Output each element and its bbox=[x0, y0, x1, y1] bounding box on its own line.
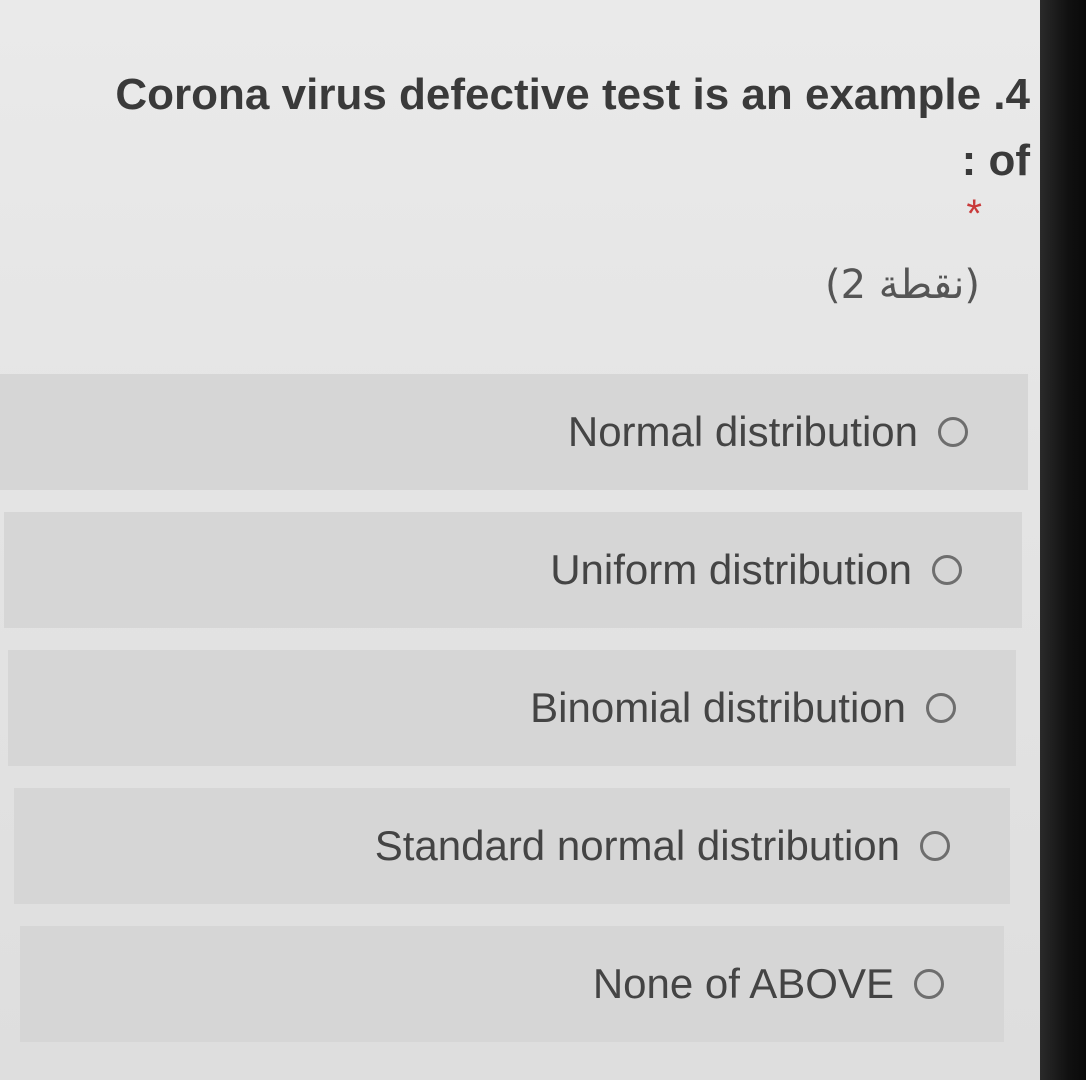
required-indicator: * bbox=[966, 192, 982, 236]
option-label: Uniform distribution bbox=[550, 546, 912, 593]
option-none-of-above[interactable]: None of ABOVE bbox=[20, 926, 1004, 1042]
radio-button[interactable] bbox=[938, 417, 968, 447]
question-title-line-1: Corona virus defective test is an exampl… bbox=[115, 70, 1030, 119]
radio-button[interactable] bbox=[932, 555, 962, 585]
option-label: Standard normal distribution bbox=[374, 822, 900, 869]
answer-options: Normal distribution Uniform distribution… bbox=[0, 374, 1040, 1064]
screen-edge bbox=[1040, 0, 1086, 1080]
radio-button[interactable] bbox=[914, 969, 944, 999]
option-uniform-distribution[interactable]: Uniform distribution bbox=[4, 512, 1022, 628]
option-binomial-distribution[interactable]: Binomial distribution bbox=[8, 650, 1016, 766]
option-label: Binomial distribution bbox=[530, 684, 906, 731]
radio-button[interactable] bbox=[920, 831, 950, 861]
option-standard-normal-distribution[interactable]: Standard normal distribution bbox=[14, 788, 1010, 904]
radio-button[interactable] bbox=[926, 693, 956, 723]
form-page: Corona virus defective test is an exampl… bbox=[0, 0, 1040, 1080]
points-label: (2 نقطة) bbox=[824, 262, 980, 308]
question-title-line-2: : of bbox=[961, 136, 1030, 185]
option-label: None of ABOVE bbox=[592, 960, 894, 1007]
question-title: Corona virus defective test is an exampl… bbox=[30, 62, 1030, 194]
option-label: Normal distribution bbox=[567, 408, 918, 455]
option-normal-distribution[interactable]: Normal distribution bbox=[0, 374, 1028, 490]
